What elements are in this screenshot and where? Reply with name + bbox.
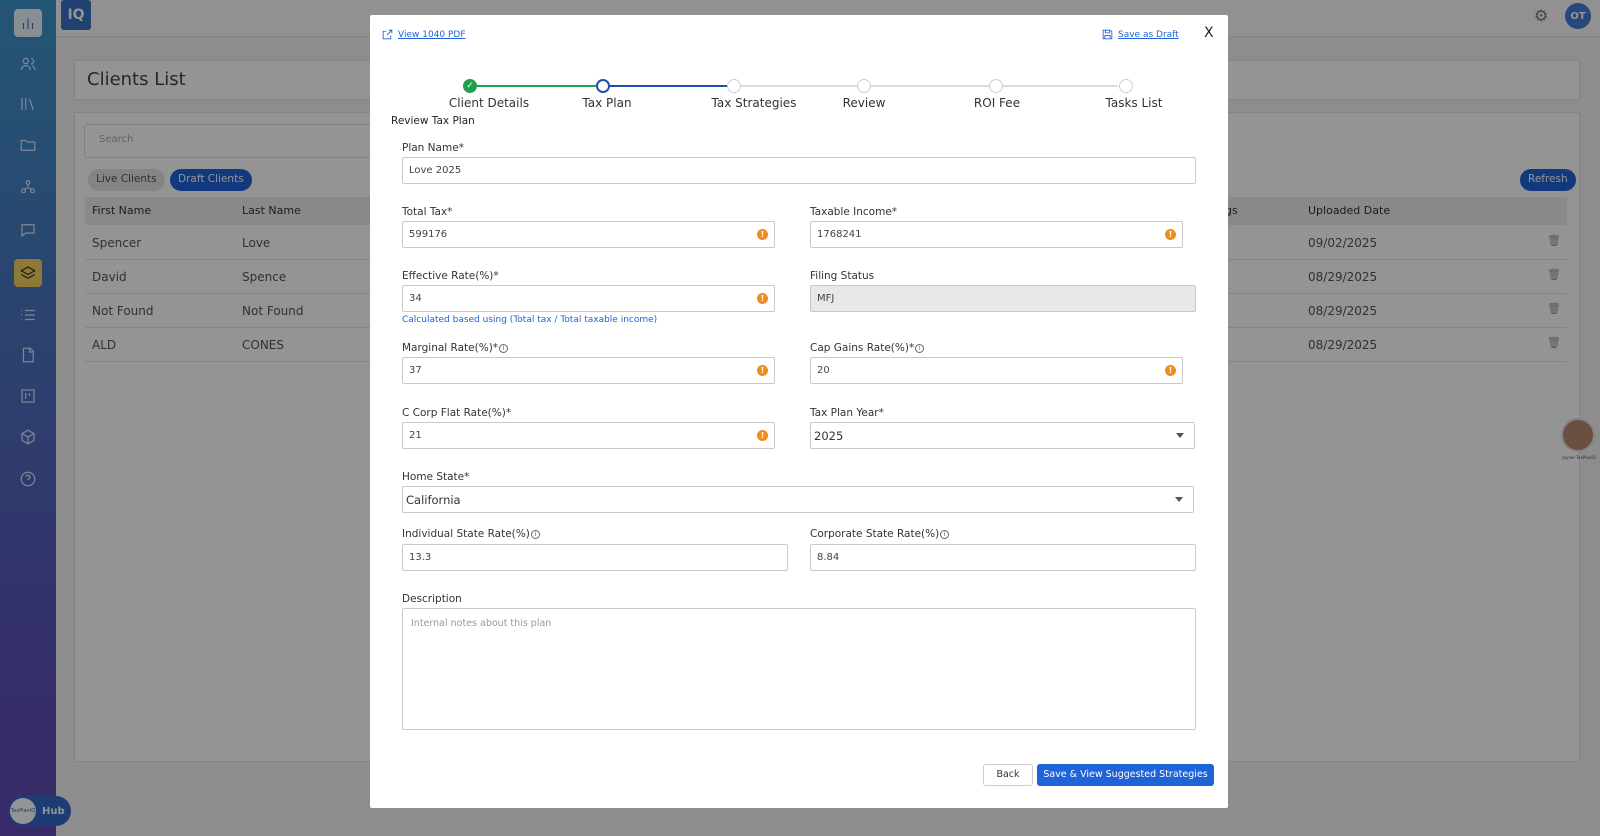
- total-tax-value: 599176: [409, 229, 448, 240]
- close-button[interactable]: X: [1204, 25, 1214, 41]
- corporate-state-rate-value: 8.84: [817, 552, 840, 563]
- total-tax-field[interactable]: 599176 !: [402, 221, 775, 248]
- view-pdf-link[interactable]: View 1040 PDF: [381, 28, 466, 41]
- step-tasks-list[interactable]: Tasks List: [1106, 96, 1163, 110]
- info-icon[interactable]: i: [530, 530, 540, 539]
- step-connector-pending: [728, 85, 1118, 87]
- individual-state-rate-label: Individual State Rate(%) i: [402, 528, 540, 540]
- marginal-rate-label: Marginal Rate(%)* i: [402, 342, 509, 354]
- cap-gains-rate-field[interactable]: 20 !: [810, 357, 1183, 384]
- individual-state-rate-field[interactable]: 13.3: [402, 544, 788, 571]
- tax-plan-year-select[interactable]: 2025: [810, 422, 1195, 449]
- tax-plan-year-value: 2025: [814, 429, 844, 443]
- warning-icon: !: [757, 365, 768, 376]
- step-dot-tax-plan[interactable]: [596, 79, 610, 93]
- step-tax-plan[interactable]: Tax Plan: [582, 96, 631, 110]
- cap-gains-rate-value: 20: [817, 365, 830, 376]
- corporate-state-rate-label-text: Corporate State Rate(%): [810, 528, 940, 540]
- external-link-icon: [382, 29, 393, 40]
- step-dot-roi-fee[interactable]: [989, 79, 1003, 93]
- step-roi-fee[interactable]: ROI Fee: [974, 96, 1020, 110]
- marginal-rate-label-text: Marginal Rate(%)*: [402, 342, 499, 354]
- effective-rate-label: Effective Rate(%)*: [402, 270, 499, 282]
- effective-rate-hint: Calculated based using (Total tax / Tota…: [402, 315, 658, 325]
- plan-name-label: Plan Name*: [402, 142, 464, 154]
- filing-status-value: MFJ: [817, 293, 835, 304]
- save-draft-label: Save as Draft: [1118, 29, 1179, 40]
- warning-icon: !: [757, 293, 768, 304]
- plan-name-value: Love 2025: [409, 165, 462, 176]
- step-review[interactable]: Review: [843, 96, 886, 110]
- stepper: ✓ Client Details Tax Plan Tax Strategies…: [370, 63, 1228, 113]
- individual-state-rate-label-text: Individual State Rate(%): [402, 528, 530, 540]
- step-tax-strategies[interactable]: Tax Strategies: [712, 96, 797, 110]
- step-connector-current: [598, 85, 728, 87]
- chevron-down-icon: [1175, 497, 1183, 502]
- tax-plan-modal: View 1040 PDF Save as Draft X ✓ Client D…: [370, 15, 1228, 808]
- step-client-details[interactable]: Client Details: [449, 96, 529, 110]
- taxable-income-label: Taxable Income*: [810, 206, 898, 218]
- step-dot-tasks-list[interactable]: [1119, 79, 1133, 93]
- info-icon[interactable]: i: [940, 530, 950, 539]
- effective-rate-value: 34: [409, 293, 422, 304]
- save-icon: [1102, 29, 1113, 40]
- individual-state-rate-value: 13.3: [409, 552, 432, 563]
- info-icon[interactable]: i: [499, 344, 509, 353]
- home-state-value: California: [406, 493, 461, 507]
- home-state-label: Home State*: [402, 471, 470, 483]
- info-icon[interactable]: i: [915, 344, 925, 353]
- cap-gains-rate-label-text: Cap Gains Rate(%)*: [810, 342, 915, 354]
- marginal-rate-field[interactable]: 37 !: [402, 357, 775, 384]
- filing-status-field: MFJ: [810, 285, 1196, 312]
- description-label: Description: [402, 593, 462, 605]
- save-draft-link[interactable]: Save as Draft: [1101, 28, 1179, 41]
- description-textarea[interactable]: Internal notes about this plan: [402, 608, 1196, 730]
- corporate-state-rate-label: Corporate State Rate(%) i: [810, 528, 950, 540]
- step-dot-tax-strategies[interactable]: [727, 79, 741, 93]
- back-button[interactable]: Back: [983, 764, 1033, 786]
- filing-status-label: Filing Status: [810, 270, 875, 282]
- chevron-down-icon: [1176, 433, 1184, 438]
- warning-icon: !: [757, 430, 768, 441]
- c-corp-rate-value: 21: [409, 430, 422, 441]
- save-view-strategies-button[interactable]: Save & View Suggested Strategies: [1037, 764, 1214, 786]
- c-corp-rate-field[interactable]: 21 !: [402, 422, 775, 449]
- effective-rate-field[interactable]: 34 !: [402, 285, 775, 312]
- taxable-income-field[interactable]: 1768241 !: [810, 221, 1183, 248]
- step-dot-review[interactable]: [857, 79, 871, 93]
- view-pdf-label: View 1040 PDF: [398, 29, 466, 40]
- plan-name-field[interactable]: Love 2025: [402, 157, 1196, 184]
- cap-gains-rate-label: Cap Gains Rate(%)* i: [810, 342, 925, 354]
- warning-icon: !: [1165, 229, 1176, 240]
- c-corp-rate-label: C Corp Flat Rate(%)*: [402, 407, 512, 419]
- step-connector-done: [470, 85, 598, 87]
- total-tax-label: Total Tax*: [402, 206, 453, 218]
- taxable-income-value: 1768241: [817, 229, 862, 240]
- check-icon[interactable]: ✓: [463, 79, 477, 93]
- marginal-rate-value: 37: [409, 365, 422, 376]
- warning-icon: !: [757, 229, 768, 240]
- tax-plan-year-label: Tax Plan Year*: [810, 407, 884, 419]
- section-title: Review Tax Plan: [391, 115, 475, 127]
- warning-icon: !: [1165, 365, 1176, 376]
- corporate-state-rate-field[interactable]: 8.84: [810, 544, 1196, 571]
- home-state-select[interactable]: California: [402, 486, 1194, 513]
